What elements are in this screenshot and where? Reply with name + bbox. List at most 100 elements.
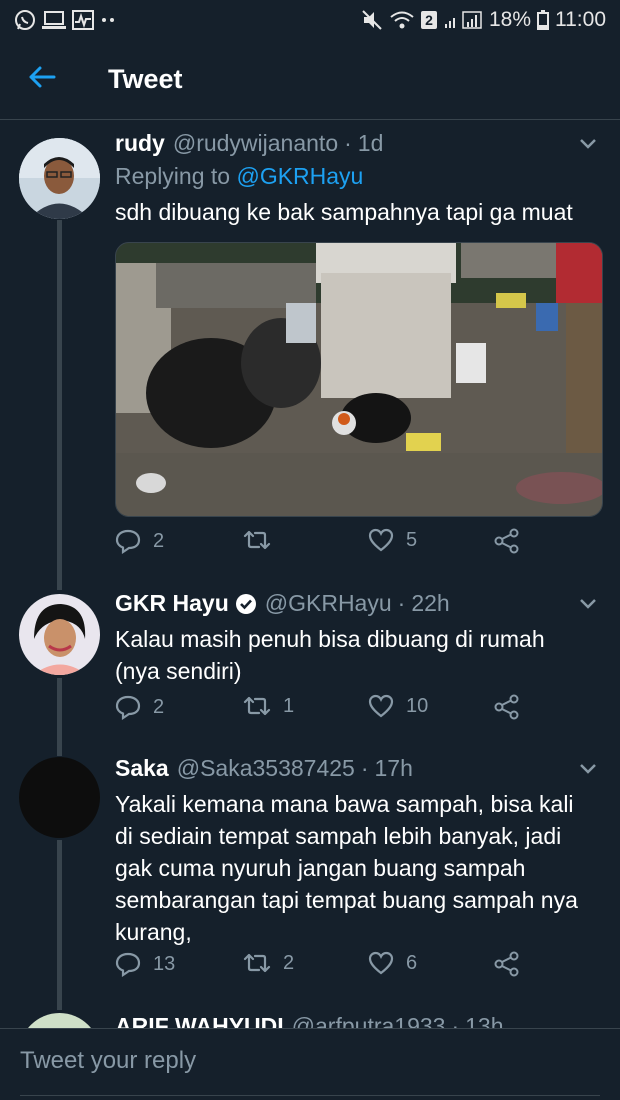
share-button[interactable]: [493, 951, 521, 977]
tweet-text-line: kurang,: [115, 919, 192, 945]
tweet-text-line: di sediain tempat sampah lebih banyak, j…: [115, 823, 562, 849]
chevron-down-icon: [579, 597, 597, 615]
battery-icon: [537, 10, 549, 30]
share-button[interactable]: [493, 694, 521, 720]
share-button[interactable]: [493, 528, 521, 554]
reply-count: 13: [153, 952, 176, 975]
laptop-icon: [42, 10, 66, 30]
timestamp[interactable]: 17h: [375, 755, 413, 782]
whatsapp-icon: [14, 9, 36, 31]
retweet-count: 1: [283, 694, 295, 717]
back-arrow-icon: [28, 65, 56, 94]
tweet-header: rudy @rudywijananto · 1d: [115, 130, 600, 157]
tweet-actions: 13 2 6: [115, 951, 595, 983]
reply-button[interactable]: 2: [115, 528, 164, 554]
tweet-arif-wahyudi[interactable]: Arif Wahyudi @arfputra1933 · 13h: [0, 1005, 620, 1029]
like-button[interactable]: 6: [368, 951, 417, 975]
mention-link[interactable]: @GKRHayu: [236, 163, 363, 189]
like-button[interactable]: 10: [368, 694, 428, 718]
sim-badge: 2: [420, 11, 437, 29]
display-name[interactable]: rudy: [115, 130, 165, 157]
retweet-icon: [243, 528, 271, 552]
tweet-header: Arif Wahyudi @arfputra1933 · 13h: [115, 1013, 600, 1029]
retweet-count: 2: [283, 951, 295, 974]
reply-icon: [115, 951, 141, 977]
retweet-icon: [243, 694, 271, 718]
mute-icon: [361, 9, 383, 31]
more-notifications-icon: [100, 16, 116, 24]
separator-dot: ·: [397, 590, 406, 616]
separator-dot: ·: [344, 130, 352, 156]
reply-input[interactable]: Tweet your reply: [20, 1047, 196, 1075]
user-handle[interactable]: @GKRHayu: [265, 590, 392, 617]
retweet-button[interactable]: 2: [243, 951, 294, 975]
tweet-gkr-hayu[interactable]: GKR Hayu @GKRHayu · 22h Kalau masih penu…: [0, 590, 620, 740]
page-title: Tweet: [108, 64, 183, 94]
tweet-text-line: Kalau masih penuh bisa dibuang di rumah: [115, 626, 545, 652]
like-button[interactable]: 5: [368, 528, 417, 552]
status-bar: 2 18% 11:00: [0, 0, 620, 40]
signal-icon: [443, 10, 483, 30]
reply-icon: [115, 694, 141, 720]
battery-percent: 18%: [488, 8, 531, 31]
share-icon: [493, 694, 521, 720]
display-name[interactable]: Arif Wahyudi: [115, 1013, 284, 1029]
separator-dot: ·: [451, 1013, 460, 1029]
user-handle[interactable]: @Saka35387425: [177, 755, 355, 782]
tweet-header: Saka @Saka35387425 · 17h: [115, 755, 600, 782]
tweet-photo[interactable]: [115, 242, 603, 517]
like-count: 6: [406, 951, 418, 974]
separator-dot: ·: [360, 755, 369, 781]
tweet-menu-button[interactable]: [576, 759, 600, 783]
user-handle[interactable]: @rudywijananto: [173, 130, 338, 157]
display-name[interactable]: GKR Hayu: [115, 590, 229, 617]
clock: 11:00: [555, 8, 606, 31]
avatar[interactable]: [19, 138, 100, 219]
chevron-down-icon: [579, 137, 597, 155]
tweet-text-line: Yakali kemana mana bawa sampah, bisa kal…: [115, 791, 574, 817]
tweet-text-line: sembarangan tapi tempat buang sampah nya: [115, 887, 578, 913]
verified-badge-icon: [235, 593, 257, 615]
timestamp[interactable]: 13h: [465, 1013, 503, 1029]
tweet-rudy[interactable]: rudy @rudywijananto · 1d Replying to @GK…: [0, 130, 620, 580]
tweet-text: Yakali kemana mana bawa sampah, bisa kal…: [115, 788, 600, 948]
reply-count: 2: [153, 695, 165, 718]
avatar[interactable]: [19, 757, 100, 838]
reply-bar: Tweet your reply: [0, 1028, 620, 1100]
tweet-menu-button[interactable]: [576, 134, 600, 158]
replying-prefix: Replying to: [115, 163, 231, 189]
avatar[interactable]: [19, 1013, 100, 1029]
tweet-text-line: (nya sendiri): [115, 658, 242, 684]
tweet-saka[interactable]: Saka @Saka35387425 · 17h Yakali kemana m…: [0, 755, 620, 995]
heart-icon: [368, 951, 394, 975]
retweet-button[interactable]: 1: [243, 694, 294, 718]
heart-icon: [368, 528, 394, 552]
wifi-icon: [389, 9, 415, 31]
tweet-text: sdh dibuang ke bak sampahnya tapi ga mua…: [115, 199, 573, 225]
reply-button[interactable]: 2: [115, 694, 164, 720]
activity-icon: [72, 10, 94, 30]
app-bar: Tweet: [0, 40, 620, 120]
tweet-actions: 2 1 10: [115, 694, 595, 726]
like-count: 10: [406, 694, 429, 717]
replying-to: Replying to @GKRHayu: [115, 163, 600, 190]
tweet-text: Kalau masih penuh bisa dibuang di rumah …: [115, 623, 600, 687]
tweet-text-line: gak cuma nyuruh jangan buang sampah: [115, 855, 526, 881]
avatar[interactable]: [19, 594, 100, 675]
back-button[interactable]: [0, 40, 84, 120]
reply-button[interactable]: 13: [115, 951, 175, 977]
share-icon: [493, 528, 521, 554]
user-handle[interactable]: @arfputra1933: [292, 1013, 446, 1029]
timestamp[interactable]: 22h: [411, 590, 449, 617]
timestamp[interactable]: 1d: [358, 130, 384, 157]
tweet-actions: 2 5: [115, 528, 595, 560]
retweet-button[interactable]: [243, 528, 283, 552]
like-count: 5: [406, 528, 418, 551]
share-icon: [493, 951, 521, 977]
display-name[interactable]: Saka: [115, 755, 169, 782]
reply-input-underline: [20, 1095, 600, 1096]
reply-count: 2: [153, 529, 165, 552]
reply-icon: [115, 528, 141, 554]
tweet-menu-button[interactable]: [576, 594, 600, 618]
retweet-icon: [243, 951, 271, 975]
